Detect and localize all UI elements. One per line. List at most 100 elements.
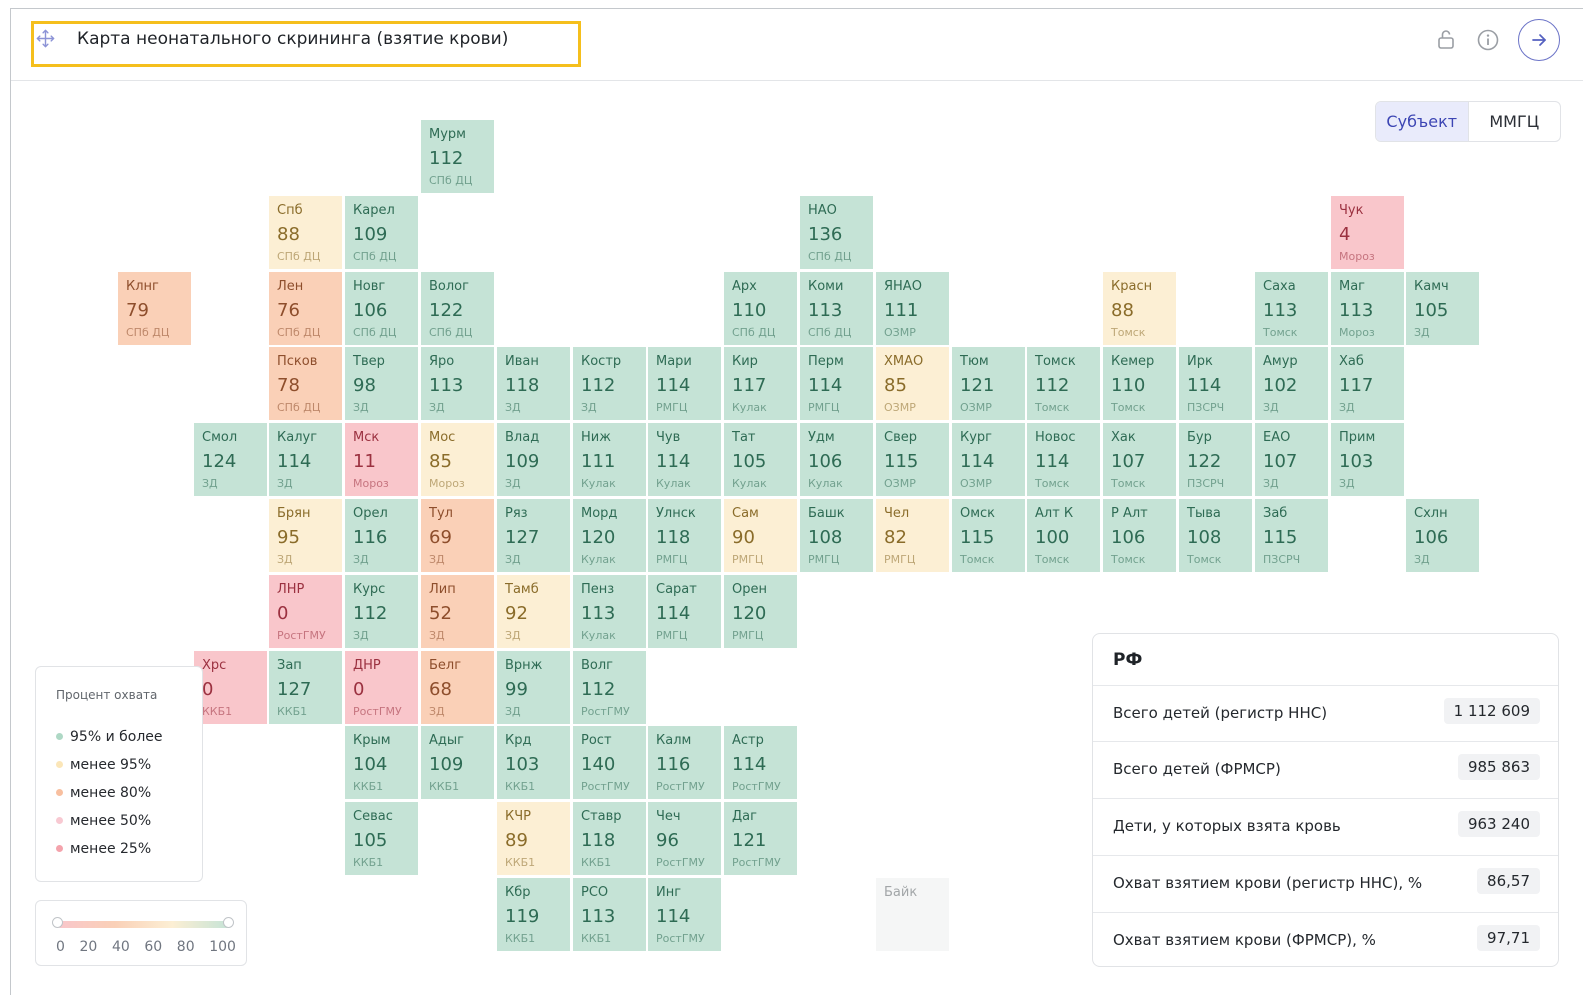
region-tile[interactable]: ДНР 0 РостГМУ (345, 651, 418, 724)
toggle-subject[interactable]: Субъект (1376, 102, 1469, 141)
navigate-button[interactable] (1518, 19, 1560, 61)
region-tile[interactable]: Кбр 119 ККБ1 (497, 878, 570, 951)
region-tile[interactable]: Кир 117 Кулак (724, 347, 797, 420)
region-tile[interactable]: ЛНР 0 РостГМУ (269, 575, 342, 648)
region-tile[interactable]: Байк (876, 878, 949, 951)
region-tile[interactable]: Томск 112 Томск (1027, 347, 1100, 420)
region-tile[interactable]: Сам 90 РМГЦ (724, 499, 797, 572)
region-tile[interactable]: Волг 112 РостГМУ (573, 651, 646, 724)
region-tile[interactable]: Смол 124 ЗД (194, 423, 267, 496)
region-tile[interactable]: Коми 113 СПб ДЦ (800, 272, 873, 345)
region-tile[interactable]: Р Алт 106 Томск (1103, 499, 1176, 572)
region-tile[interactable]: Кург 114 ОЗМР (952, 423, 1025, 496)
region-tile[interactable]: Калуг 114 ЗД (269, 423, 342, 496)
region-tile[interactable]: Клнг 79 СПб ДЦ (118, 272, 191, 345)
region-tile[interactable]: Костр 112 ЗД (573, 347, 646, 420)
region-tile[interactable]: Пенз 113 Кулак (573, 575, 646, 648)
unlock-icon[interactable] (1436, 28, 1456, 50)
region-tile[interactable]: Свер 115 ОЗМР (876, 423, 949, 496)
region-tile[interactable]: Саха 113 Томск (1255, 272, 1328, 345)
region-tile[interactable]: Заб 115 ПЗСРЧ (1255, 499, 1328, 572)
region-tile[interactable]: Мари 114 РМГЦ (648, 347, 721, 420)
region-tile[interactable]: Хаб 117 ЗД (1331, 347, 1404, 420)
region-tile[interactable]: Твер 98 ЗД (345, 347, 418, 420)
region-tile[interactable]: Брян 95 ЗД (269, 499, 342, 572)
region-tile[interactable]: Спб 88 СПб ДЦ (269, 196, 342, 269)
region-tile[interactable]: Башк 108 РМГЦ (800, 499, 873, 572)
region-tile[interactable]: Орен 120 РМГЦ (724, 575, 797, 648)
region-tile[interactable]: Калм 116 РостГМУ (648, 726, 721, 799)
range-min-handle[interactable] (52, 917, 63, 928)
view-toggle[interactable]: Субъект ММГЦ (1375, 101, 1561, 142)
region-tile[interactable]: Новос 114 Томск (1027, 423, 1100, 496)
region-tile[interactable]: Врнж 99 ЗД (497, 651, 570, 724)
region-tile[interactable]: РСО 113 ККБ1 (573, 878, 646, 951)
region-tile[interactable]: Даг 121 РостГМУ (724, 802, 797, 875)
region-tile[interactable]: Омск 115 Томск (952, 499, 1025, 572)
region-tile[interactable]: Новг 106 СПб ДЦ (345, 272, 418, 345)
region-tile[interactable]: Влад 109 ЗД (497, 423, 570, 496)
region-tile[interactable]: Тул 69 ЗД (421, 499, 494, 572)
region-tile[interactable]: Тамб 92 ЗД (497, 575, 570, 648)
region-tile[interactable]: Схлн 106 ЗД (1406, 499, 1479, 572)
region-tile[interactable]: Ниж 111 Кулак (573, 423, 646, 496)
region-tile[interactable]: Рост 140 РостГМУ (573, 726, 646, 799)
region-tile[interactable]: Иван 118 ЗД (497, 347, 570, 420)
region-tile[interactable]: Хак 107 Томск (1103, 423, 1176, 496)
region-tile[interactable]: Крым 104 ККБ1 (345, 726, 418, 799)
region-tile[interactable]: Яро 113 ЗД (421, 347, 494, 420)
region-tile[interactable]: Мос 85 Мороз (421, 423, 494, 496)
region-tile[interactable]: Орел 116 ЗД (345, 499, 418, 572)
region-tile[interactable]: Мурм 112 СПб ДЦ (421, 120, 494, 193)
region-tile[interactable]: Чук 4 Мороз (1331, 196, 1404, 269)
region-tile[interactable]: Улнск 118 РМГЦ (648, 499, 721, 572)
region-tile[interactable]: Тюм 121 ОЗМР (952, 347, 1025, 420)
region-tile[interactable]: Тыва 108 Томск (1179, 499, 1252, 572)
region-tile[interactable]: Чув 114 Кулак (648, 423, 721, 496)
region-tile[interactable]: Амур 102 ЗД (1255, 347, 1328, 420)
region-tile[interactable]: ЯНАО 111 ОЗМР (876, 272, 949, 345)
toggle-mmgc[interactable]: ММГЦ (1469, 102, 1561, 141)
region-tile[interactable]: Астр 114 РостГМУ (724, 726, 797, 799)
region-tile[interactable]: Прим 103 ЗД (1331, 423, 1404, 496)
region-tile[interactable]: Красн 88 Томск (1103, 272, 1176, 345)
region-tile[interactable]: ХМАО 85 ОЗМР (876, 347, 949, 420)
region-tile[interactable]: Адыг 109 ККБ1 (421, 726, 494, 799)
region-tile[interactable]: Зап 127 ККБ1 (269, 651, 342, 724)
region-tile[interactable]: Волог 122 СПб ДЦ (421, 272, 494, 345)
region-tile[interactable]: Инг 114 РостГМУ (648, 878, 721, 951)
region-tile[interactable]: Ставр 118 ККБ1 (573, 802, 646, 875)
region-tile[interactable]: ЕАО 107 ЗД (1255, 423, 1328, 496)
region-tile[interactable]: Бур 122 ПЗСРЧ (1179, 423, 1252, 496)
region-tile[interactable]: Кемер 110 Томск (1103, 347, 1176, 420)
region-tile[interactable]: Алт К 100 Томск (1027, 499, 1100, 572)
region-tile[interactable]: Маг 113 Мороз (1331, 272, 1404, 345)
region-tile[interactable]: Севас 105 ККБ1 (345, 802, 418, 875)
region-tile[interactable]: Белг 68 ЗД (421, 651, 494, 724)
region-tile[interactable]: Морд 120 Кулак (573, 499, 646, 572)
range-max-handle[interactable] (223, 917, 234, 928)
move-icon[interactable] (36, 29, 55, 48)
region-tile[interactable]: Сарат 114 РМГЦ (648, 575, 721, 648)
region-tile[interactable]: Камч 105 ЗД (1406, 272, 1479, 345)
region-tile[interactable]: Лип 52 ЗД (421, 575, 494, 648)
region-tile[interactable]: Арх 110 СПб ДЦ (724, 272, 797, 345)
region-tile[interactable]: Псков 78 СПб ДЦ (269, 347, 342, 420)
region-tile[interactable]: Перм 114 РМГЦ (800, 347, 873, 420)
region-tile[interactable]: Мск 11 Мороз (345, 423, 418, 496)
region-tile[interactable]: Курс 112 ЗД (345, 575, 418, 648)
region-tile[interactable]: Хрс 0 ККБ1 (194, 651, 267, 724)
region-tile[interactable]: Тат 105 Кулак (724, 423, 797, 496)
region-tile[interactable]: Ирк 114 ПЗСРЧ (1179, 347, 1252, 420)
region-tile[interactable]: Крд 103 ККБ1 (497, 726, 570, 799)
region-tile[interactable]: Ряз 127 ЗД (497, 499, 570, 572)
region-tile[interactable]: Карел 109 СПб ДЦ (345, 196, 418, 269)
region-tile[interactable]: Лен 76 СПб ДЦ (269, 272, 342, 345)
region-center: Кулак (656, 477, 691, 490)
info-icon[interactable] (1477, 29, 1499, 51)
region-tile[interactable]: Чеч 96 РостГМУ (648, 802, 721, 875)
region-tile[interactable]: Чел 82 РМГЦ (876, 499, 949, 572)
region-tile[interactable]: НАО 136 СПб ДЦ (800, 196, 873, 269)
region-tile[interactable]: Удм 106 Кулак (800, 423, 873, 496)
region-tile[interactable]: КЧР 89 ККБ1 (497, 802, 570, 875)
